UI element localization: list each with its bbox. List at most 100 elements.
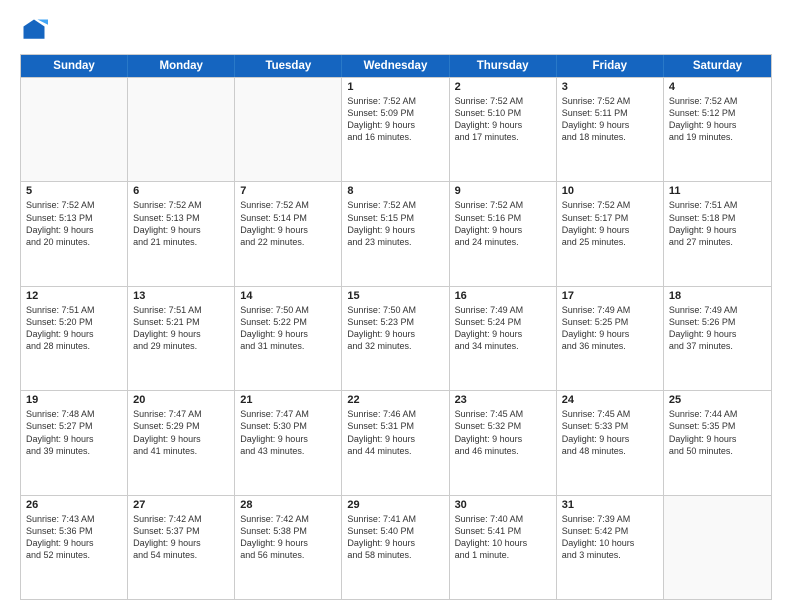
calendar-week-1: 1 Sunrise: 7:52 AM Sunset: 5:09 PM Daylig… [21,77,771,181]
day-number: 19 [26,394,122,406]
day-number: 22 [347,394,443,406]
calendar-day-3: 3 Sunrise: 7:52 AM Sunset: 5:11 PM Daylig… [557,78,664,181]
header [20,16,772,44]
day-number: 29 [347,499,443,511]
day-info: Sunrise: 7:40 AM Sunset: 5:41 PM Dayligh… [455,513,551,562]
calendar-day-empty [664,496,771,599]
day-header-monday: Monday [128,55,235,77]
day-number: 15 [347,290,443,302]
day-info: Sunrise: 7:50 AM Sunset: 5:23 PM Dayligh… [347,304,443,353]
calendar-day-16: 16 Sunrise: 7:49 AM Sunset: 5:24 PM Dayli… [450,287,557,390]
day-number: 5 [26,185,122,197]
day-number: 21 [240,394,336,406]
calendar-week-2: 5 Sunrise: 7:52 AM Sunset: 5:13 PM Daylig… [21,181,771,285]
calendar-day-2: 2Sunrise: 7:52 AM Sunset: 5:10 PM Daylig… [450,78,557,181]
day-number: 7 [240,185,336,197]
calendar-day-23: 23Sunrise: 7:45 AM Sunset: 5:32 PM Dayli… [450,391,557,494]
day-info: Sunrise: 7:52 AM Sunset: 5:13 PM Dayligh… [26,199,122,248]
calendar-day-5: 5 Sunrise: 7:52 AM Sunset: 5:13 PM Daylig… [21,182,128,285]
day-number: 26 [26,499,122,511]
calendar-day-7: 7Sunrise: 7:52 AM Sunset: 5:14 PM Daylig… [235,182,342,285]
calendar-header-row: SundayMondayTuesdayWednesdayThursdayFrid… [21,55,771,77]
calendar-day-empty [235,78,342,181]
day-number: 10 [562,185,658,197]
calendar-day-21: 21 Sunrise: 7:47 AM Sunset: 5:30 PM Dayli… [235,391,342,494]
day-info: Sunrise: 7:44 AM Sunset: 5:35 PM Dayligh… [669,408,766,457]
day-number: 13 [133,290,229,302]
calendar: SundayMondayTuesdayWednesdayThursdayFrid… [20,54,772,600]
day-number: 30 [455,499,551,511]
day-info: Sunrise: 7:52 AM Sunset: 5:11 PM Dayligh… [562,95,658,144]
calendar-day-8: 8Sunrise: 7:52 AM Sunset: 5:15 PM Daylig… [342,182,449,285]
day-info: Sunrise: 7:51 AM Sunset: 5:18 PM Dayligh… [669,199,766,248]
day-header-friday: Friday [557,55,664,77]
logo-icon [20,16,48,44]
day-info: Sunrise: 7:49 AM Sunset: 5:26 PM Dayligh… [669,304,766,353]
day-header-saturday: Saturday [664,55,771,77]
calendar-day-15: 15 Sunrise: 7:50 AM Sunset: 5:23 PM Dayli… [342,287,449,390]
day-header-tuesday: Tuesday [235,55,342,77]
calendar-day-4: 4 Sunrise: 7:52 AM Sunset: 5:12 PM Daylig… [664,78,771,181]
calendar-week-3: 12 Sunrise: 7:51 AM Sunset: 5:20 PM Dayli… [21,286,771,390]
day-info: Sunrise: 7:51 AM Sunset: 5:20 PM Dayligh… [26,304,122,353]
calendar-day-18: 18Sunrise: 7:49 AM Sunset: 5:26 PM Dayli… [664,287,771,390]
calendar-body: 1 Sunrise: 7:52 AM Sunset: 5:09 PM Daylig… [21,77,771,599]
day-number: 4 [669,81,766,93]
day-number: 3 [562,81,658,93]
day-info: Sunrise: 7:52 AM Sunset: 5:12 PM Dayligh… [669,95,766,144]
calendar-day-22: 22 Sunrise: 7:46 AM Sunset: 5:31 PM Dayli… [342,391,449,494]
day-info: Sunrise: 7:46 AM Sunset: 5:31 PM Dayligh… [347,408,443,457]
day-info: Sunrise: 7:47 AM Sunset: 5:29 PM Dayligh… [133,408,229,457]
day-header-sunday: Sunday [21,55,128,77]
day-info: Sunrise: 7:52 AM Sunset: 5:17 PM Dayligh… [562,199,658,248]
day-number: 11 [669,185,766,197]
calendar-day-20: 20 Sunrise: 7:47 AM Sunset: 5:29 PM Dayli… [128,391,235,494]
day-number: 9 [455,185,551,197]
day-info: Sunrise: 7:39 AM Sunset: 5:42 PM Dayligh… [562,513,658,562]
day-header-thursday: Thursday [450,55,557,77]
calendar-day-24: 24Sunrise: 7:45 AM Sunset: 5:33 PM Dayli… [557,391,664,494]
day-header-wednesday: Wednesday [342,55,449,77]
day-info: Sunrise: 7:47 AM Sunset: 5:30 PM Dayligh… [240,408,336,457]
day-number: 16 [455,290,551,302]
day-number: 25 [669,394,766,406]
page: SundayMondayTuesdayWednesdayThursdayFrid… [0,0,792,612]
calendar-day-6: 6 Sunrise: 7:52 AM Sunset: 5:13 PM Daylig… [128,182,235,285]
day-number: 2 [455,81,551,93]
calendar-day-11: 11 Sunrise: 7:51 AM Sunset: 5:18 PM Dayli… [664,182,771,285]
day-info: Sunrise: 7:52 AM Sunset: 5:09 PM Dayligh… [347,95,443,144]
day-info: Sunrise: 7:51 AM Sunset: 5:21 PM Dayligh… [133,304,229,353]
calendar-day-30: 30 Sunrise: 7:40 AM Sunset: 5:41 PM Dayli… [450,496,557,599]
day-number: 20 [133,394,229,406]
day-info: Sunrise: 7:42 AM Sunset: 5:38 PM Dayligh… [240,513,336,562]
day-info: Sunrise: 7:42 AM Sunset: 5:37 PM Dayligh… [133,513,229,562]
calendar-day-27: 27Sunrise: 7:42 AM Sunset: 5:37 PM Dayli… [128,496,235,599]
calendar-day-26: 26 Sunrise: 7:43 AM Sunset: 5:36 PM Dayli… [21,496,128,599]
day-number: 28 [240,499,336,511]
calendar-day-empty [128,78,235,181]
day-info: Sunrise: 7:45 AM Sunset: 5:33 PM Dayligh… [562,408,658,457]
calendar-day-empty [21,78,128,181]
day-info: Sunrise: 7:49 AM Sunset: 5:24 PM Dayligh… [455,304,551,353]
calendar-day-31: 31 Sunrise: 7:39 AM Sunset: 5:42 PM Dayli… [557,496,664,599]
calendar-day-19: 19Sunrise: 7:48 AM Sunset: 5:27 PM Dayli… [21,391,128,494]
day-number: 12 [26,290,122,302]
day-info: Sunrise: 7:45 AM Sunset: 5:32 PM Dayligh… [455,408,551,457]
day-number: 6 [133,185,229,197]
day-info: Sunrise: 7:49 AM Sunset: 5:25 PM Dayligh… [562,304,658,353]
day-number: 8 [347,185,443,197]
day-number: 1 [347,81,443,93]
calendar-day-25: 25 Sunrise: 7:44 AM Sunset: 5:35 PM Dayli… [664,391,771,494]
calendar-day-13: 13 Sunrise: 7:51 AM Sunset: 5:21 PM Dayli… [128,287,235,390]
calendar-day-14: 14Sunrise: 7:50 AM Sunset: 5:22 PM Dayli… [235,287,342,390]
calendar-day-9: 9 Sunrise: 7:52 AM Sunset: 5:16 PM Daylig… [450,182,557,285]
day-info: Sunrise: 7:43 AM Sunset: 5:36 PM Dayligh… [26,513,122,562]
calendar-week-5: 26 Sunrise: 7:43 AM Sunset: 5:36 PM Dayli… [21,495,771,599]
day-number: 31 [562,499,658,511]
logo [20,16,52,44]
day-info: Sunrise: 7:50 AM Sunset: 5:22 PM Dayligh… [240,304,336,353]
day-info: Sunrise: 7:52 AM Sunset: 5:13 PM Dayligh… [133,199,229,248]
day-info: Sunrise: 7:52 AM Sunset: 5:16 PM Dayligh… [455,199,551,248]
calendar-week-4: 19Sunrise: 7:48 AM Sunset: 5:27 PM Dayli… [21,390,771,494]
day-info: Sunrise: 7:41 AM Sunset: 5:40 PM Dayligh… [347,513,443,562]
